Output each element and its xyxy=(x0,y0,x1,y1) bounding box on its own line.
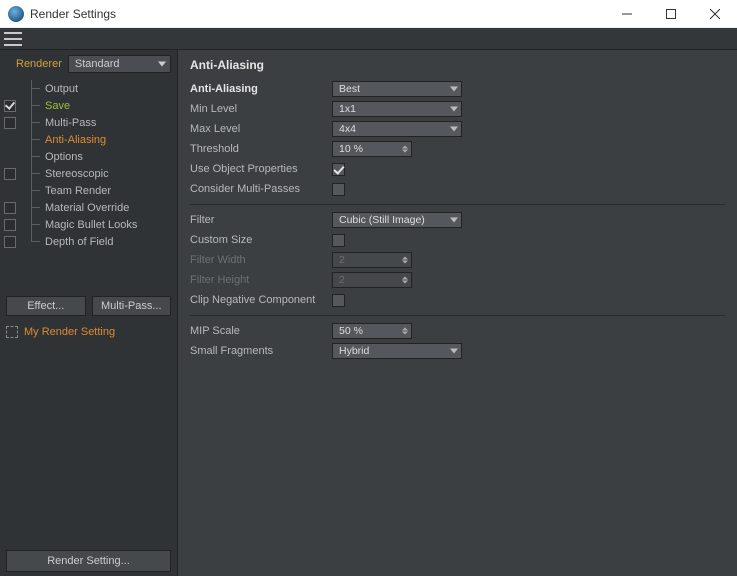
checkbox-multipass[interactable] xyxy=(4,117,16,129)
custom-size-checkbox[interactable] xyxy=(332,234,345,247)
custom-size-label: Custom Size xyxy=(190,234,332,246)
min-level-label: Min Level xyxy=(190,103,332,115)
filter-height-label: Filter Height xyxy=(190,274,332,286)
tree-item-magic-bullet[interactable]: Magic Bullet Looks xyxy=(0,216,177,233)
clip-neg-label: Clip Negative Component xyxy=(190,294,332,306)
aa-dropdown[interactable]: Best xyxy=(332,81,462,97)
chevron-down-icon xyxy=(450,218,458,223)
spinner-icon xyxy=(402,277,408,284)
max-level-dropdown[interactable]: 4x4 xyxy=(332,121,462,137)
useobj-checkbox[interactable] xyxy=(332,163,345,176)
filter-width-label: Filter Width xyxy=(190,254,332,266)
panel-title: Anti-Aliasing xyxy=(190,58,725,72)
tree-item-material-override[interactable]: Material Override xyxy=(0,199,177,216)
checkbox-save[interactable] xyxy=(4,100,16,112)
min-level-dropdown[interactable]: 1x1 xyxy=(332,101,462,117)
titlebar: Render Settings xyxy=(0,0,737,28)
consider-label: Consider Multi-Passes xyxy=(190,183,332,195)
chevron-down-icon xyxy=(450,87,458,92)
spinner-icon[interactable] xyxy=(402,328,408,335)
menubar xyxy=(0,28,737,50)
max-level-label: Max Level xyxy=(190,123,332,135)
tree-item-output[interactable]: Output xyxy=(0,80,177,97)
mip-input[interactable]: 50 % xyxy=(332,323,412,339)
sidebar: Renderer Standard Output Save Multi-Pass… xyxy=(0,50,178,576)
multipass-button[interactable]: Multi-Pass... xyxy=(92,296,172,316)
filter-label: Filter xyxy=(190,214,332,226)
preset-icon xyxy=(6,326,18,338)
aa-label: Anti-Aliasing xyxy=(190,83,332,95)
renderer-dropdown[interactable]: Standard xyxy=(68,55,171,73)
checkbox-stereo[interactable] xyxy=(4,168,16,180)
filter-height-input: 2 xyxy=(332,272,412,288)
preset-name: My Render Setting xyxy=(24,326,115,338)
tree-item-save[interactable]: Save xyxy=(0,97,177,114)
threshold-input[interactable]: 10 % xyxy=(332,141,412,157)
spinner-icon xyxy=(402,257,408,264)
spinner-icon[interactable] xyxy=(402,146,408,153)
menu-icon[interactable] xyxy=(4,32,22,46)
window-title: Render Settings xyxy=(30,7,605,21)
small-frag-dropdown[interactable]: Hybrid xyxy=(332,343,462,359)
checkbox-magicbullet[interactable] xyxy=(4,219,16,231)
properties-panel: Anti-Aliasing Anti-Aliasing Best Min Lev… xyxy=(178,50,737,576)
separator xyxy=(190,315,725,316)
tree-item-options[interactable]: Options xyxy=(0,148,177,165)
render-setting-button[interactable]: Render Setting... xyxy=(6,550,171,572)
chevron-down-icon xyxy=(450,107,458,112)
app-icon xyxy=(8,6,24,22)
separator xyxy=(190,204,725,205)
consider-checkbox[interactable] xyxy=(332,183,345,196)
close-button[interactable] xyxy=(693,0,737,28)
chevron-down-icon xyxy=(450,349,458,354)
settings-tree: Output Save Multi-Pass Anti-Aliasing Opt… xyxy=(0,78,177,292)
threshold-label: Threshold xyxy=(190,143,332,155)
maximize-button[interactable] xyxy=(649,0,693,28)
preset-row[interactable]: My Render Setting xyxy=(0,320,177,344)
checkbox-matoverride[interactable] xyxy=(4,202,16,214)
tree-item-teamrender[interactable]: Team Render xyxy=(0,182,177,199)
clip-neg-checkbox[interactable] xyxy=(332,294,345,307)
renderer-value: Standard xyxy=(75,58,120,70)
tree-item-multipass[interactable]: Multi-Pass xyxy=(0,114,177,131)
minimize-button[interactable] xyxy=(605,0,649,28)
mip-label: MIP Scale xyxy=(190,325,332,337)
useobj-label: Use Object Properties xyxy=(190,163,332,175)
chevron-down-icon xyxy=(158,62,166,67)
renderer-label: Renderer xyxy=(16,58,62,70)
small-frag-label: Small Fragments xyxy=(190,345,332,357)
filter-dropdown[interactable]: Cubic (Still Image) xyxy=(332,212,462,228)
effect-button[interactable]: Effect... xyxy=(6,296,86,316)
tree-item-antialiasing[interactable]: Anti-Aliasing xyxy=(0,131,177,148)
tree-item-stereoscopic[interactable]: Stereoscopic xyxy=(0,165,177,182)
tree-item-dof[interactable]: Depth of Field xyxy=(0,233,177,250)
checkbox-dof[interactable] xyxy=(4,236,16,248)
chevron-down-icon xyxy=(450,127,458,132)
filter-width-input: 2 xyxy=(332,252,412,268)
